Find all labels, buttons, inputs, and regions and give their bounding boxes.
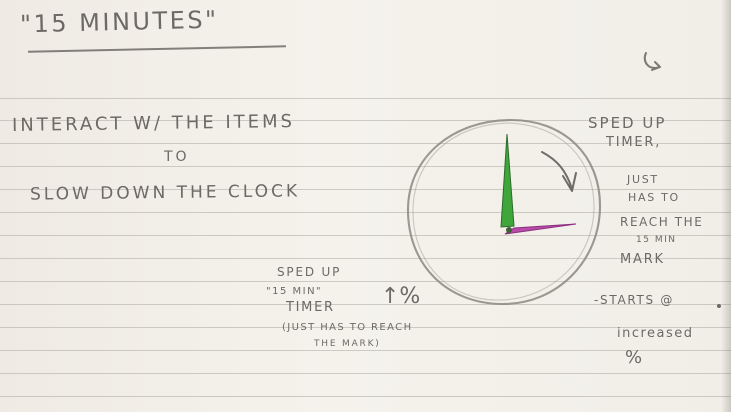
right-note-line-10: % (625, 347, 643, 368)
instruction-line-2: TO (164, 149, 190, 165)
clockwise-arrow-icon (541, 151, 577, 192)
clock-sketch (395, 110, 625, 320)
right-note-line-6: 15 MIN (636, 235, 677, 245)
sketch-title: "15 MINUTES" (19, 5, 219, 39)
right-note-line-2: TIMER, (606, 135, 662, 150)
timer-note-line-5: THE MARK) (314, 339, 381, 349)
clock-center-dot (506, 227, 512, 233)
notebook-page: "15 MINUTES" INTERACT W/ THE ITEMS TO SL… (0, 0, 731, 412)
ink-dot (717, 304, 721, 308)
right-note-line-1: SPED UP (588, 114, 667, 132)
timer-note-line-4: (JUST HAS TO REACH (282, 322, 413, 333)
right-note-line-3: JUST (627, 173, 659, 186)
rule-line (0, 373, 731, 374)
rule-line (0, 396, 731, 397)
magenta-hour-hand (504, 223, 577, 235)
timer-note-line-2: "15 MIN" (266, 286, 323, 297)
instruction-line-1: INTERACT W/ THE ITEMS (11, 111, 296, 136)
rule-line (0, 350, 731, 351)
green-minute-hand (500, 133, 515, 228)
right-note-line-4: HAS TO (628, 191, 680, 204)
rule-line (0, 98, 731, 99)
small-arc-arrow-icon (643, 52, 661, 71)
page-edge-shadow (721, 0, 731, 412)
right-note-line-8: -STARTS @ (594, 293, 675, 307)
clock-svg (406, 118, 602, 306)
timer-note-line-3: TIMER (286, 300, 335, 315)
instruction-line-3: SLOW DOWN THE CLOCK (29, 181, 301, 205)
right-note-line-7: MARK (620, 252, 665, 267)
timer-note-line-1: SPED UP (277, 265, 342, 279)
right-note-line-9: increased (617, 326, 694, 341)
right-note-line-5: REACH THE (620, 215, 704, 229)
